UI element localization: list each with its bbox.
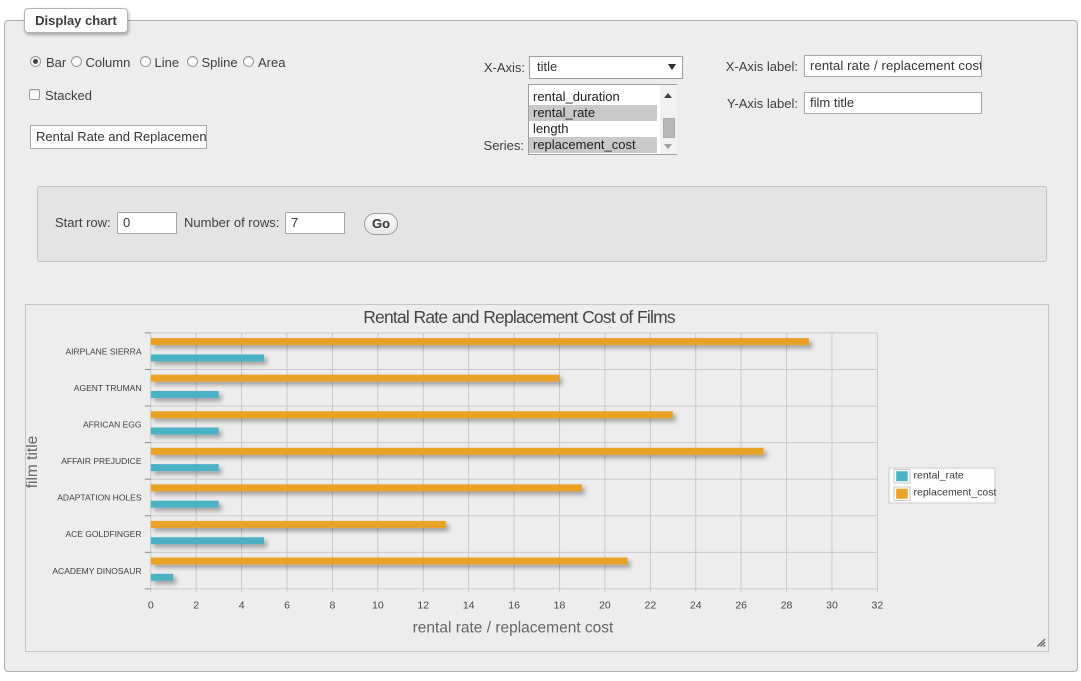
svg-text:AFRICAN EGG: AFRICAN EGG	[83, 420, 142, 430]
svg-text:0: 0	[148, 600, 154, 612]
svg-text:8: 8	[330, 600, 336, 612]
svg-text:film title: film title	[26, 436, 41, 489]
svg-text:32: 32	[872, 600, 884, 612]
svg-text:AFFAIR PREJUDICE: AFFAIR PREJUDICE	[61, 456, 142, 466]
svg-text:ACADEMY DINOSAUR: ACADEMY DINOSAUR	[52, 566, 141, 576]
svg-text:ADAPTATION HOLES: ADAPTATION HOLES	[57, 493, 142, 503]
svg-text:replacement_cost: replacement_cost	[914, 487, 997, 499]
svg-text:ACE GOLDFINGER: ACE GOLDFINGER	[65, 529, 141, 539]
svg-text:10: 10	[372, 600, 384, 612]
svg-text:18: 18	[554, 600, 566, 612]
svg-text:Rental Rate and Replacement Co: Rental Rate and Replacement Cost of Film…	[363, 307, 676, 327]
svg-text:AGENT TRUMAN: AGENT TRUMAN	[74, 383, 142, 393]
svg-text:28: 28	[781, 600, 793, 612]
svg-text:rental rate / replacement cost: rental rate / replacement cost	[413, 620, 614, 637]
svg-text:24: 24	[690, 600, 702, 612]
svg-text:4: 4	[239, 600, 245, 612]
svg-text:2: 2	[193, 600, 199, 612]
svg-text:22: 22	[644, 600, 656, 612]
svg-text:14: 14	[463, 600, 475, 612]
svg-text:20: 20	[599, 600, 611, 612]
svg-text:AIRPLANE SIERRA: AIRPLANE SIERRA	[65, 346, 141, 356]
svg-text:16: 16	[508, 600, 520, 612]
svg-text:6: 6	[284, 600, 290, 612]
svg-text:26: 26	[735, 600, 747, 612]
svg-text:rental_rate: rental_rate	[914, 470, 964, 482]
svg-text:30: 30	[826, 600, 838, 612]
svg-text:12: 12	[417, 600, 429, 612]
